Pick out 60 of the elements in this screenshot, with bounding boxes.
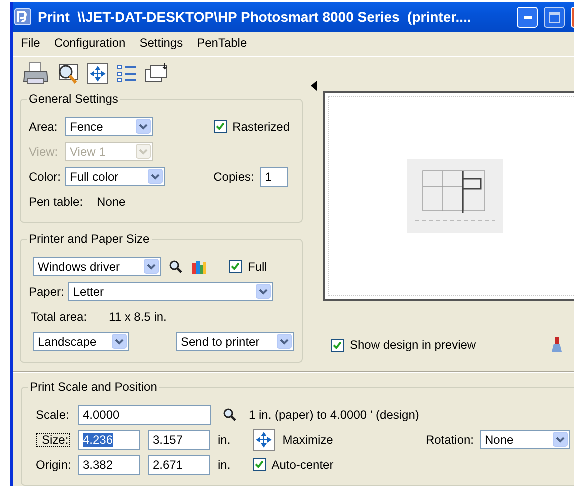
checkbox[interactable] — [331, 338, 344, 352]
checkbox[interactable] — [229, 260, 242, 273]
minimize-button[interactable] — [517, 6, 538, 28]
input-field[interactable]: 4.236 — [78, 430, 140, 450]
field-label: Origin: — [36, 458, 72, 472]
search-icon[interactable] — [223, 408, 237, 422]
maximize-button[interactable]: Maximize — [252, 428, 334, 450]
input-field[interactable]: 1 — [260, 166, 288, 186]
color-bars-icon[interactable] — [191, 260, 207, 274]
list-icon[interactable] — [116, 63, 138, 85]
group-title: General Settings — [27, 92, 120, 106]
field-label: Rotation: — [426, 432, 474, 446]
checkbox-label: Full — [248, 260, 268, 274]
field-label: Color: — [29, 170, 62, 184]
minimize-icon — [524, 16, 532, 18]
maximize-button[interactable] — [544, 6, 565, 28]
field-label: Scale: — [36, 408, 70, 422]
dropdown[interactable]: Fence — [65, 117, 153, 136]
scale-description: 1 in. (paper) to 4.0000 ' (design) — [249, 408, 420, 422]
field-label: Pen table: — [29, 194, 84, 208]
field-label: Size: — [36, 432, 70, 446]
field-value: None — [97, 194, 126, 208]
dropdown[interactable]: Landscape — [33, 332, 129, 351]
field-value: 11 x 8.5 in. — [109, 310, 167, 324]
menu-item[interactable]: Configuration — [54, 36, 126, 54]
checkbox-label: Rasterized — [232, 120, 290, 134]
menu-item[interactable]: PenTable — [197, 36, 248, 54]
dropdown[interactable]: Letter — [68, 282, 274, 301]
checkbox-label: Show design in preview — [350, 338, 476, 352]
group-title: Printer and Paper Size — [27, 232, 152, 246]
input-field[interactable]: 3.157 — [148, 430, 210, 450]
checkbox-label: Auto-center — [272, 458, 334, 472]
field-label: Total area: — [31, 310, 88, 324]
search-icon[interactable] — [169, 260, 183, 274]
collapse-arrow-icon[interactable] — [311, 81, 317, 91]
dropdown[interactable]: Full color — [65, 167, 165, 186]
checkbox[interactable] — [214, 120, 227, 133]
dropdown[interactable]: Send to printer — [176, 332, 294, 351]
input-field[interactable]: 4.0000 — [78, 404, 211, 424]
printer-icon[interactable] — [23, 62, 49, 86]
dropdown[interactable]: Windows driver — [33, 257, 161, 276]
app-logo-icon — [14, 8, 32, 26]
move-icon — [252, 428, 275, 450]
checkbox[interactable] — [252, 458, 266, 471]
window-title: Print \\JET-DAT-DESKTOP\HP Photosmart 8000 Series (printer.... — [38, 9, 472, 25]
field-label: Area: — [29, 120, 59, 134]
maximize-icon — [549, 12, 560, 22]
field-label: Paper: — [29, 284, 64, 298]
move-icon[interactable] — [87, 63, 109, 85]
menu-item[interactable]: Settings — [140, 36, 184, 54]
unit-label: in. — [218, 432, 231, 446]
field-label: View: — [29, 144, 60, 158]
input-field[interactable]: 2.671 — [148, 454, 210, 474]
dropdown[interactable]: None — [480, 430, 570, 449]
group-title: Print Scale and Position — [28, 380, 160, 394]
menu-item[interactable]: File — [21, 36, 40, 54]
unit-label: in. — [218, 458, 231, 472]
field-label: Copies: — [214, 170, 254, 184]
paint-brush-icon[interactable] — [551, 337, 563, 353]
input-field[interactable]: 3.382 — [78, 454, 140, 474]
